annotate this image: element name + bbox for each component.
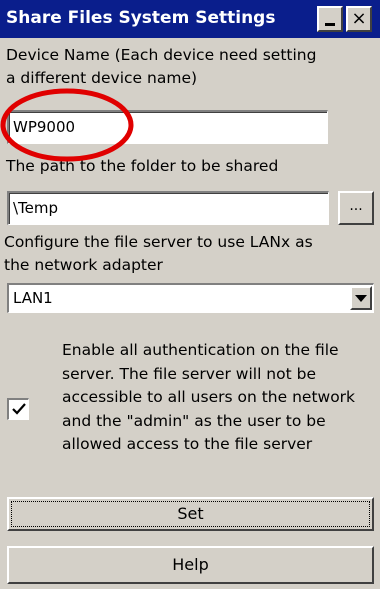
close-button[interactable]: × [346, 6, 372, 32]
auth-checkbox[interactable] [7, 398, 29, 420]
window-title: Share Files System Settings [6, 8, 276, 28]
minimize-icon [325, 22, 335, 26]
auth-description: Enable all authentication on the file se… [62, 341, 356, 453]
settings-window: Share Files System Settings × Device Nam… [0, 0, 380, 589]
title-bar: Share Files System Settings × [0, 0, 380, 38]
device-name-label-line2: a different device name) [6, 69, 198, 87]
help-button[interactable]: Help [7, 546, 374, 584]
checkmark-icon [12, 403, 26, 415]
browse-button[interactable]: ... [338, 191, 374, 225]
close-icon: × [351, 8, 367, 29]
minimize-button[interactable] [317, 6, 343, 32]
adapter-select-value: LAN1 [13, 289, 53, 307]
adapter-label-line2: the network adapter [4, 256, 163, 274]
device-name-label-line1: Device Name (Each device need setting [6, 46, 317, 64]
share-path-label: The path to the folder to be shared [6, 157, 279, 175]
share-path-input[interactable]: \Temp [7, 191, 329, 225]
dropdown-button[interactable] [350, 286, 372, 310]
adapter-label-line1: Configure the file server to use LANx as [4, 233, 313, 251]
adapter-select[interactable]: LAN1 [7, 283, 374, 313]
device-name-input[interactable]: WP9000 [7, 110, 328, 144]
set-button[interactable]: Set [7, 497, 374, 531]
chevron-down-icon [355, 294, 367, 302]
